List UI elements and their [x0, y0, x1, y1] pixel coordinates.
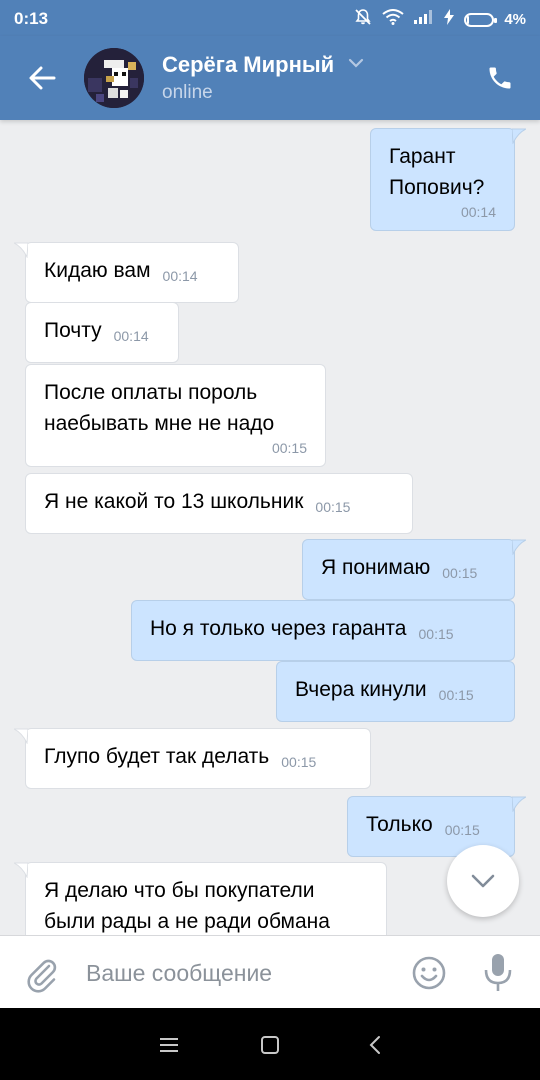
message-bubble-incoming[interactable]: После оплаты пороль наебывать мне не над… [25, 364, 326, 467]
message-time: 00:15 [442, 565, 478, 581]
contact-status: online [162, 82, 213, 103]
bubble-tail [14, 242, 28, 258]
wifi-icon [382, 9, 404, 30]
message-text: Но я только через гаранта [150, 617, 407, 640]
call-button[interactable] [480, 58, 520, 98]
message-text: Гарант Попович? [389, 145, 485, 199]
message-bubble-incoming[interactable]: Почту 00:14 [25, 302, 179, 363]
status-icons: 4% [354, 8, 526, 31]
phone-icon [489, 67, 511, 89]
message-bubble-outgoing[interactable]: Я понимаю 00:15 [302, 539, 526, 600]
home-button[interactable] [255, 1030, 285, 1060]
message-time: 00:15 [444, 822, 480, 838]
back-arrow-icon [29, 66, 56, 90]
chevron-down-icon[interactable] [347, 56, 365, 74]
charging-icon [444, 9, 455, 30]
message-time: 00:15 [271, 440, 307, 456]
contact-avatar[interactable] [84, 48, 144, 108]
message-time: 00:14 [162, 268, 198, 284]
chevron-down-icon [471, 874, 495, 888]
menu-icon [160, 1038, 178, 1052]
voice-record-button[interactable] [482, 951, 514, 995]
home-square-icon [261, 1036, 279, 1054]
bubble-tail [512, 128, 526, 144]
message-bubble-incoming[interactable]: Глупо будет так делать 00:15 [14, 728, 371, 789]
menu-button[interactable] [154, 1030, 184, 1060]
message-bubble-incoming[interactable]: Кидаю вам 00:14 [14, 242, 239, 303]
message-text: Глупо будет так делать [44, 745, 270, 768]
microphone-icon [484, 954, 512, 991]
bubble-tail [14, 862, 28, 878]
message-composer [0, 935, 540, 1008]
message-time: 00:15 [438, 687, 474, 703]
bubble-tail [14, 728, 28, 744]
status-time: 0:13 [14, 9, 49, 28]
message-text: Я понимаю [321, 556, 431, 579]
message-list[interactable]: Гарант Попович? 00:14 Кидаю вам 00:14 Поч… [0, 120, 540, 935]
message-time: 00:14 [460, 204, 496, 220]
message-text: Вчера кинули [295, 678, 427, 701]
contact-name[interactable]: Серёга Мирный [162, 52, 334, 78]
bubble-tail [512, 539, 526, 555]
message-text: Я не какой то 13 школьник [44, 490, 304, 513]
message-text: Я делаю что бы покупатели были рады а не… [44, 879, 330, 933]
smiley-icon [412, 956, 446, 990]
message-bubble-incoming[interactable]: Я делаю что бы покупатели были рады а не… [14, 862, 387, 935]
message-text: Кидаю вам [44, 259, 151, 282]
mute-icon [354, 8, 372, 31]
signal-icon [414, 10, 434, 29]
message-bubble-outgoing[interactable]: Гарант Попович? 00:14 [370, 128, 526, 231]
message-time: 00:14 [113, 328, 149, 344]
message-bubble-outgoing[interactable]: Но я только через гаранта 00:15 [131, 600, 515, 661]
message-bubble-outgoing[interactable]: Вчера кинули 00:15 [276, 661, 515, 722]
message-time: 00:15 [281, 754, 317, 770]
battery-icon [464, 12, 498, 27]
message-text: Почту [44, 319, 102, 342]
message-text: После оплаты пороль наебывать мне не над… [44, 381, 275, 435]
message-text: Только [366, 813, 433, 836]
paperclip-icon [27, 959, 57, 993]
system-navigation-bar [0, 1008, 540, 1080]
message-input[interactable] [86, 954, 386, 992]
message-time: 00:15 [315, 499, 351, 515]
chat-header: Серёга Мирный online [0, 36, 540, 120]
back-button[interactable] [20, 56, 64, 100]
scroll-to-bottom-button[interactable] [447, 845, 519, 917]
bubble-tail [512, 796, 526, 812]
message-time: 00:15 [418, 626, 454, 642]
attach-button[interactable] [22, 953, 62, 993]
status-bar: 0:13 4% [0, 0, 540, 36]
battery-percent: 4% [504, 11, 526, 28]
message-bubble-incoming[interactable]: Я не какой то 13 школьник 00:15 [25, 473, 413, 534]
back-chevron-icon [369, 1036, 380, 1054]
emoji-button[interactable] [410, 954, 448, 992]
back-nav-button[interactable] [360, 1030, 390, 1060]
